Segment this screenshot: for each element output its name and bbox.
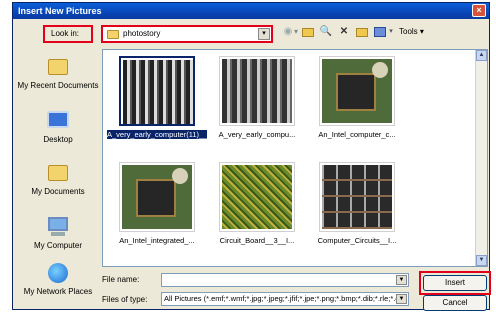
place-recent-documents[interactable]: My Recent Documents [16, 55, 100, 90]
back-dropdown-icon[interactable]: ▾ [293, 25, 299, 39]
my-computer-icon [45, 215, 71, 239]
chevron-down-icon[interactable]: ▾ [258, 28, 270, 40]
vertical-scrollbar[interactable]: ▲ ▼ [475, 50, 487, 266]
scroll-down-icon[interactable]: ▼ [476, 255, 487, 266]
file-list-pane[interactable]: A_very_early_computer(11)__large.jpg A_v… [102, 49, 488, 267]
place-my-documents[interactable]: My Documents [16, 161, 100, 196]
delete-icon[interactable]: ✕ [337, 25, 351, 39]
place-label: My Network Places [23, 287, 93, 296]
new-folder-icon[interactable] [355, 25, 369, 39]
up-folder-icon[interactable] [301, 25, 315, 39]
file-caption: An_Intel_integrated_... [119, 236, 195, 245]
network-places-icon [45, 261, 71, 285]
thumbnail-image [219, 162, 295, 232]
place-label: My Computer [33, 241, 82, 250]
filetype-select[interactable]: All Pictures (*.emf;*.wmf;*.jpg;*.jpeg;*… [161, 292, 409, 306]
place-label: My Documents [31, 187, 85, 196]
lookin-value: photostory [123, 29, 161, 38]
thumbnail-image [219, 56, 295, 126]
insert-button[interactable]: Insert [423, 275, 487, 291]
search-web-icon[interactable]: 🔍 [319, 25, 333, 39]
file-caption: A_very_early_computer(11)__large.jpg [107, 130, 207, 139]
thumbnail-image [319, 56, 395, 126]
insert-pictures-dialog: Insert New Pictures × Look in: photostor… [12, 2, 491, 311]
file-caption: An_Intel_computer_c... [318, 130, 396, 139]
views-dropdown-icon[interactable]: ▾ [387, 25, 395, 39]
place-network-places[interactable]: My Network Places [16, 261, 100, 296]
chevron-down-icon[interactable]: ▼ [396, 275, 407, 285]
chevron-down-icon[interactable]: ▼ [396, 294, 407, 304]
my-documents-icon [45, 161, 71, 185]
filetype-label: Files of type: [102, 295, 148, 304]
window-titlebar: Insert New Pictures × [13, 3, 489, 19]
thumbnail-image [119, 162, 195, 232]
recent-documents-icon [45, 55, 71, 79]
thumbnail-image [119, 56, 195, 126]
cancel-button[interactable]: Cancel [423, 295, 487, 311]
folder-icon [107, 30, 119, 39]
tools-menu[interactable]: Tools ▾ [399, 25, 445, 39]
file-caption: A_very_early_compu... [218, 130, 296, 139]
lookin-dropdown[interactable]: photostory ▾ [101, 25, 273, 43]
place-desktop[interactable]: Desktop [16, 109, 100, 144]
file-caption: Circuit_Board__3__I... [219, 236, 295, 245]
place-my-computer[interactable]: My Computer [16, 215, 100, 250]
place-label: Desktop [43, 135, 73, 144]
filename-input[interactable]: ▼ [161, 273, 409, 287]
filetype-value: All Pictures (*.emf;*.wmf;*.jpg;*.jpeg;*… [164, 294, 406, 303]
places-bar: My Recent Documents Desktop My Documents… [16, 49, 100, 307]
views-icon[interactable] [373, 25, 387, 39]
scroll-up-icon[interactable]: ▲ [476, 50, 487, 61]
thumbnail-image [319, 162, 395, 232]
filename-label: File name: [102, 275, 140, 284]
window-title: Insert New Pictures [18, 6, 102, 16]
place-label: My Recent Documents [17, 81, 99, 90]
lookin-label: Look in: [43, 25, 93, 43]
file-caption: Computer_Circuits__I... [317, 236, 397, 245]
close-button[interactable]: × [472, 4, 486, 17]
desktop-icon [45, 109, 71, 133]
